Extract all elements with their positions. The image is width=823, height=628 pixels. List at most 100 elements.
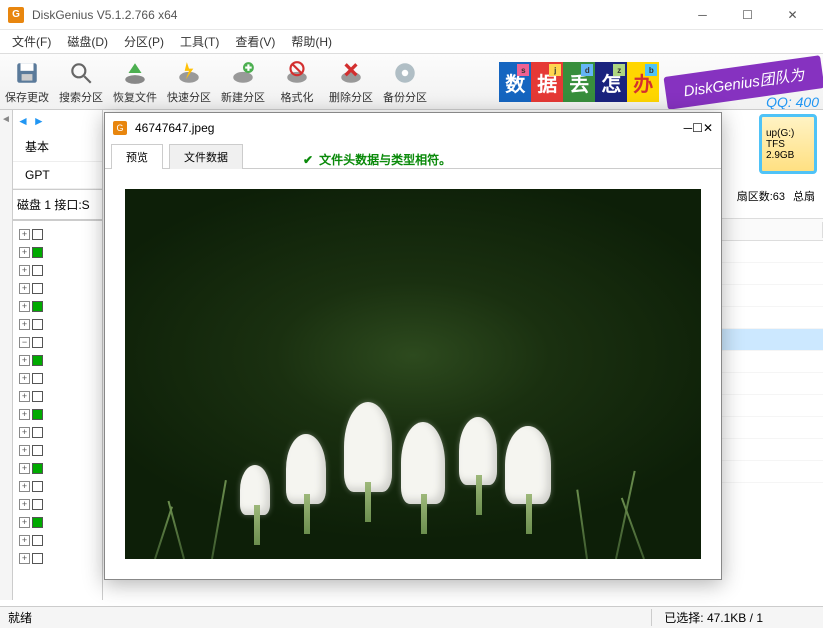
checkbox-icon[interactable] bbox=[32, 409, 43, 420]
checkbox-icon[interactable] bbox=[32, 499, 43, 510]
tree-row[interactable]: + bbox=[13, 459, 102, 477]
checkbox-icon[interactable] bbox=[32, 283, 43, 294]
expand-icon[interactable]: + bbox=[19, 409, 30, 420]
checkbox-icon[interactable] bbox=[32, 553, 43, 564]
tree-row[interactable]: + bbox=[13, 477, 102, 495]
expand-icon[interactable]: + bbox=[19, 373, 30, 384]
tree-row[interactable]: + bbox=[13, 387, 102, 405]
expand-icon[interactable]: + bbox=[19, 319, 30, 330]
expand-icon[interactable]: + bbox=[19, 265, 30, 276]
quick-icon bbox=[175, 59, 203, 87]
checkbox-icon[interactable] bbox=[32, 265, 43, 276]
tree-row[interactable]: + bbox=[13, 315, 102, 333]
expand-icon[interactable]: + bbox=[19, 553, 30, 564]
tool-search[interactable]: 搜索分区 bbox=[54, 59, 108, 105]
tree-row[interactable]: + bbox=[13, 441, 102, 459]
left-gutter[interactable]: ◄ bbox=[0, 110, 13, 600]
tree-row[interactable]: + bbox=[13, 297, 102, 315]
tree-row[interactable]: + bbox=[13, 369, 102, 387]
banner-char: 数s bbox=[499, 62, 531, 102]
tree-row[interactable]: + bbox=[13, 549, 102, 567]
tab-preview[interactable]: 预览 bbox=[111, 144, 163, 169]
titlebar: G DiskGenius V5.1.2.766 x64 ─ ☐ ✕ bbox=[0, 0, 823, 30]
tree-row[interactable]: + bbox=[13, 423, 102, 441]
checkbox-icon[interactable] bbox=[32, 373, 43, 384]
checkbox-icon[interactable] bbox=[32, 517, 43, 528]
expand-icon[interactable]: + bbox=[19, 301, 30, 312]
tree-row[interactable]: + bbox=[13, 531, 102, 549]
checkbox-icon[interactable] bbox=[32, 427, 43, 438]
new-icon bbox=[229, 59, 257, 87]
delete-icon bbox=[337, 59, 365, 87]
checkbox-icon[interactable] bbox=[32, 319, 43, 330]
close-button[interactable]: ✕ bbox=[770, 1, 815, 29]
checkbox-icon[interactable] bbox=[32, 301, 43, 312]
expand-icon[interactable]: + bbox=[19, 445, 30, 456]
menu-item[interactable]: 帮助(H) bbox=[283, 30, 340, 53]
tool-quick[interactable]: 快速分区 bbox=[162, 59, 216, 105]
tree-row[interactable]: + bbox=[13, 495, 102, 513]
tree-row[interactable]: + bbox=[13, 513, 102, 531]
tree-row[interactable]: + bbox=[13, 243, 102, 261]
expand-icon[interactable]: + bbox=[19, 229, 30, 240]
tool-delete[interactable]: 删除分区 bbox=[324, 59, 378, 105]
checkmark-icon: ✔ bbox=[303, 153, 313, 167]
preview-close-button[interactable]: ✕ bbox=[703, 121, 713, 135]
tree-row[interactable]: + bbox=[13, 405, 102, 423]
preview-image bbox=[125, 189, 701, 559]
expand-icon[interactable]: + bbox=[19, 283, 30, 294]
tree-row[interactable]: + bbox=[13, 279, 102, 297]
tree-row[interactable]: + bbox=[13, 261, 102, 279]
preview-minimize-button[interactable]: ─ bbox=[684, 121, 693, 135]
preview-status-msg: ✔ 文件头数据与类型相符。 bbox=[303, 151, 451, 168]
expand-icon[interactable]: + bbox=[19, 391, 30, 402]
nav-fwd-icon[interactable]: ► bbox=[33, 114, 45, 128]
menu-item[interactable]: 工具(T) bbox=[172, 30, 227, 53]
menu-item[interactable]: 分区(P) bbox=[116, 30, 172, 53]
checkbox-icon[interactable] bbox=[32, 535, 43, 546]
expand-icon[interactable]: + bbox=[19, 247, 30, 258]
preview-window: G 46747647.jpeg ─ ☐ ✕ 预览 文件数据 ✔ 文件头数据与类型… bbox=[104, 112, 722, 580]
file-tree[interactable]: + + + + + + − + + + + + + + + + + + + bbox=[13, 220, 102, 600]
tree-row[interactable]: + bbox=[13, 351, 102, 369]
disk-map[interactable]: up(G:) TFS 2.9GB bbox=[759, 114, 817, 174]
expand-icon[interactable]: + bbox=[19, 499, 30, 510]
tree-row[interactable]: − bbox=[13, 333, 102, 351]
tool-backup[interactable]: 备份分区 bbox=[378, 59, 432, 105]
disk-info: 磁盘 1 接口:S bbox=[13, 189, 102, 220]
menu-item[interactable]: 文件(F) bbox=[4, 30, 59, 53]
checkbox-icon[interactable] bbox=[32, 391, 43, 402]
partition-size: 2.9GB bbox=[766, 150, 810, 161]
checkbox-icon[interactable] bbox=[32, 355, 43, 366]
expand-icon[interactable]: + bbox=[19, 427, 30, 438]
expand-icon[interactable]: + bbox=[19, 463, 30, 474]
checkbox-icon[interactable] bbox=[32, 337, 43, 348]
tool-save[interactable]: 保存更改 bbox=[0, 59, 54, 105]
minimize-button[interactable]: ─ bbox=[680, 1, 725, 29]
tool-format[interactable]: 格式化 bbox=[270, 59, 324, 105]
checkbox-icon[interactable] bbox=[32, 463, 43, 474]
partition-fs: TFS bbox=[766, 139, 810, 150]
expand-icon[interactable]: + bbox=[19, 355, 30, 366]
sector-count: 扇区数:63 bbox=[737, 188, 785, 204]
partition-block[interactable]: up(G:) TFS 2.9GB bbox=[759, 114, 817, 174]
checkbox-icon[interactable] bbox=[32, 229, 43, 240]
checkbox-icon[interactable] bbox=[32, 247, 43, 258]
expand-icon[interactable]: + bbox=[19, 535, 30, 546]
banner-char: 丢d bbox=[563, 62, 595, 102]
tree-row[interactable]: + bbox=[13, 225, 102, 243]
expand-icon[interactable]: + bbox=[19, 481, 30, 492]
chevron-left-icon: ◄ bbox=[1, 114, 11, 600]
nav-back-icon[interactable]: ◄ bbox=[17, 114, 29, 128]
preview-maximize-button[interactable]: ☐ bbox=[692, 121, 703, 135]
expand-icon[interactable]: − bbox=[19, 337, 30, 348]
menu-item[interactable]: 磁盘(D) bbox=[59, 30, 116, 53]
tab-filedata[interactable]: 文件数据 bbox=[169, 144, 243, 169]
tool-new[interactable]: 新建分区 bbox=[216, 59, 270, 105]
expand-icon[interactable]: + bbox=[19, 517, 30, 528]
maximize-button[interactable]: ☐ bbox=[725, 1, 770, 29]
tool-recover[interactable]: 恢复文件 bbox=[108, 59, 162, 105]
menu-item[interactable]: 查看(V) bbox=[227, 30, 283, 53]
checkbox-icon[interactable] bbox=[32, 481, 43, 492]
checkbox-icon[interactable] bbox=[32, 445, 43, 456]
